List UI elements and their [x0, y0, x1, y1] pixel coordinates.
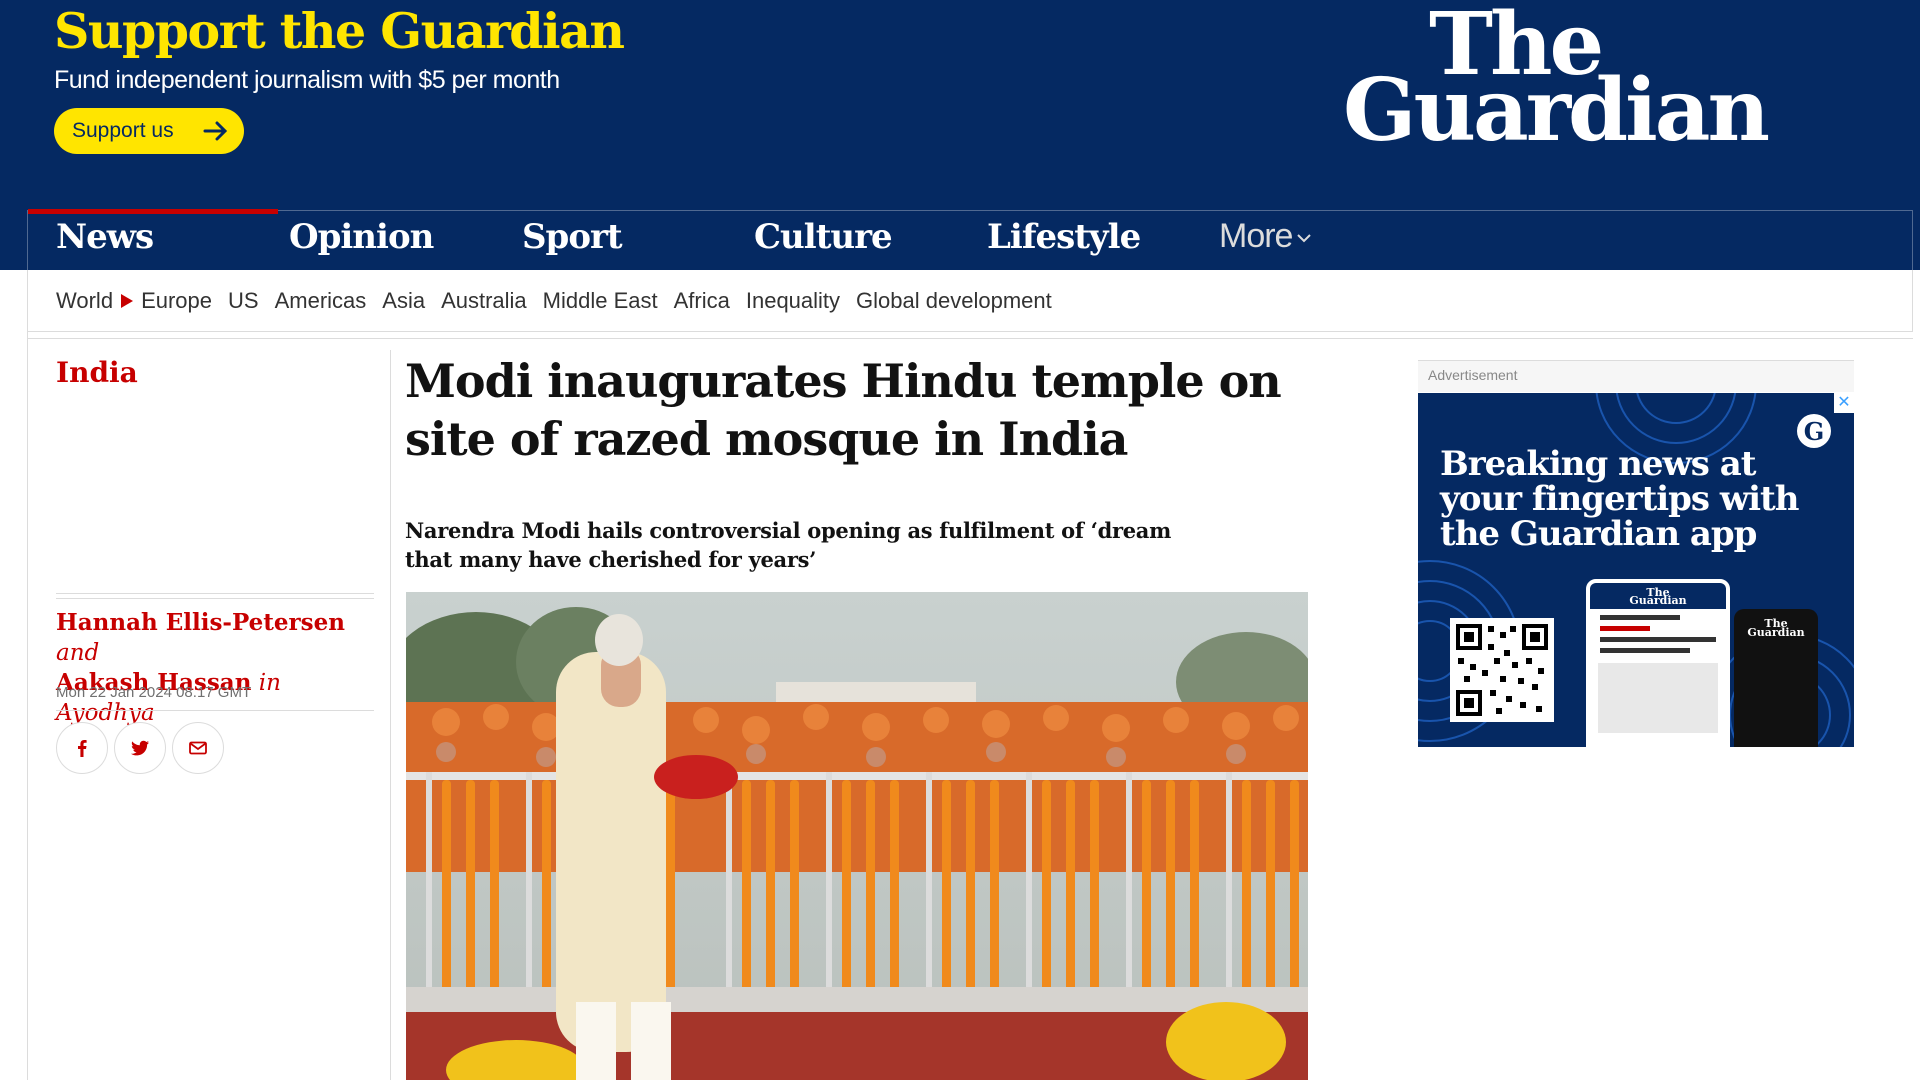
triangle-right-icon — [121, 294, 134, 308]
arrow-right-icon — [203, 121, 228, 141]
phone-image-block — [1598, 663, 1718, 733]
phone-bar-red — [1600, 626, 1650, 631]
advertisement-label-bar: Advertisement — [1418, 360, 1854, 392]
share-email-button[interactable] — [172, 722, 224, 774]
facebook-icon — [78, 740, 87, 757]
nav-item-news[interactable]: News — [27, 209, 279, 271]
dateline: Mon 22 Jan 2024 08.17 GMT — [56, 684, 252, 701]
phone-mockup: The Guardian — [1586, 579, 1730, 747]
phone-logo-line2: Guardian — [1629, 594, 1687, 607]
nav-item-more[interactable]: More — [1219, 211, 1312, 271]
sub-nav: World Europe US Americas Asia Australia … — [27, 270, 1913, 332]
support-subtitle: Fund independent journalism with $5 per … — [54, 66, 560, 94]
section-label[interactable]: India — [56, 356, 138, 389]
subnav-item-us[interactable]: US — [228, 288, 259, 314]
phone2-logo-line2: Guardian — [1747, 626, 1805, 639]
support-title: Support the Guardian — [54, 2, 625, 60]
support-us-button[interactable]: Support us — [54, 108, 244, 154]
support-us-label: Support us — [72, 119, 174, 142]
author-link-1[interactable]: Hannah Ellis-Petersen — [56, 609, 345, 636]
hero-photo-illustration — [406, 592, 1308, 1080]
nav-item-sport[interactable]: Sport — [522, 211, 623, 271]
guardian-g-icon: G — [1797, 414, 1831, 448]
subnav-item-australia[interactable]: Australia — [441, 288, 527, 314]
subnav-item-global-development[interactable]: Global development — [856, 288, 1052, 314]
share-twitter-button[interactable] — [114, 722, 166, 774]
subnav-item-inequality[interactable]: Inequality — [746, 288, 840, 314]
subnav-item-world[interactable]: World — [56, 288, 113, 314]
nav-item-culture[interactable]: Culture — [754, 211, 893, 271]
nav-item-opinion[interactable]: Opinion — [289, 211, 434, 271]
page-frame-left — [27, 332, 28, 1080]
subnav-item-americas[interactable]: Americas — [275, 288, 367, 314]
subnav-divider — [27, 338, 1913, 339]
meta-rule-top — [56, 593, 374, 594]
meta-rule-bottom — [56, 710, 374, 711]
nav-more-label: More — [1219, 217, 1293, 255]
main-nav: News Opinion Sport Culture Lifestyle Mor… — [27, 209, 1913, 271]
phone-logo: The Guardian — [1590, 583, 1726, 609]
subnav-item-europe[interactable]: Europe — [141, 288, 212, 314]
ad-headline: Breaking news at your fingertips with th… — [1440, 444, 1799, 554]
twitter-icon — [131, 740, 149, 756]
column-separator — [390, 350, 391, 1080]
logo-line-guardian: Guardian — [1343, 60, 1770, 161]
meta-rule-top-2 — [56, 598, 374, 599]
nav-item-lifestyle[interactable]: Lifestyle — [987, 211, 1141, 271]
byline-and: and — [56, 640, 100, 666]
phone-bar — [1600, 648, 1690, 653]
guardian-app-advert[interactable]: ✕ G Breaking news at your fingertips wit… — [1418, 393, 1854, 747]
sub-nav-list: World Europe US Americas Asia Australia … — [56, 288, 1068, 314]
qr-code[interactable] — [1450, 618, 1554, 722]
subnav-item-africa[interactable]: Africa — [674, 288, 730, 314]
article-standfirst: Narendra Modi hails controversial openin… — [405, 518, 1172, 572]
site-header: Support the Guardian Fund independent jo… — [0, 0, 1920, 270]
phone-mockup-dark: The Guardian — [1734, 609, 1818, 747]
phone2-logo: The Guardian — [1734, 609, 1818, 639]
phone-bar — [1600, 637, 1716, 642]
share-buttons — [56, 722, 224, 774]
chevron-down-icon — [1297, 234, 1312, 243]
share-facebook-button[interactable] — [56, 722, 108, 774]
hero-image[interactable] — [406, 592, 1308, 1080]
advertisement-label: Advertisement — [1428, 367, 1518, 383]
svg-text:G: G — [1804, 417, 1825, 446]
email-icon — [189, 741, 207, 755]
article-headline: Modi inaugurates Hindu temple on site of… — [405, 354, 1282, 466]
ad-close-button[interactable]: ✕ — [1834, 393, 1854, 413]
subnav-item-asia[interactable]: Asia — [382, 288, 425, 314]
qr-code-pattern — [1456, 624, 1548, 716]
phone-bar — [1600, 615, 1680, 620]
subnav-item-middle-east[interactable]: Middle East — [543, 288, 658, 314]
